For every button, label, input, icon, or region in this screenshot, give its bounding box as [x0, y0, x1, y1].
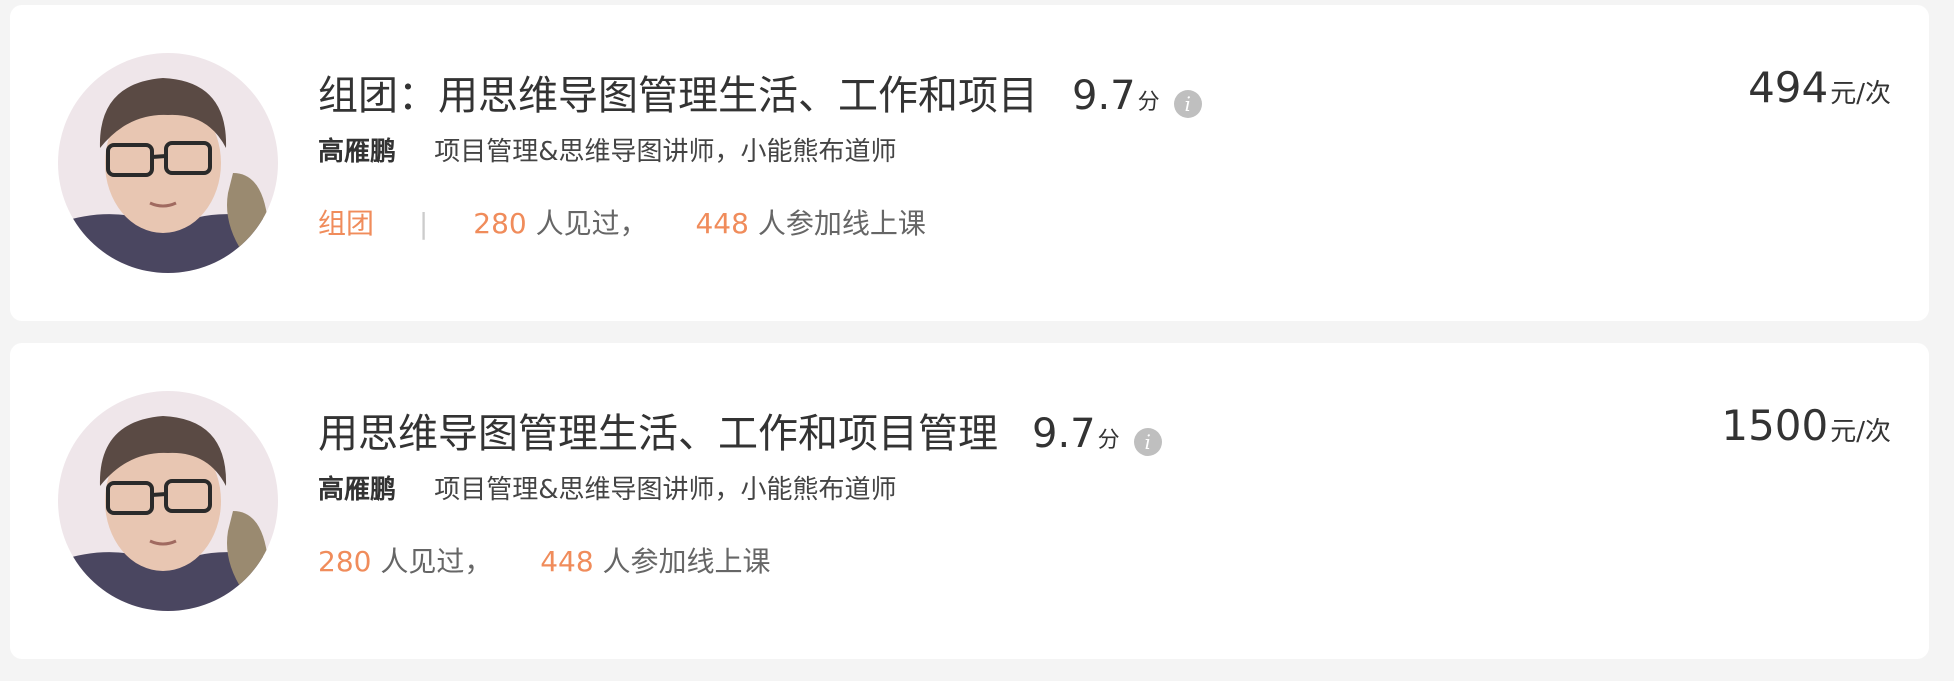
- teacher-description: 项目管理&思维导图讲师，小能熊布道师: [434, 137, 897, 167]
- group-tag: 组团: [318, 207, 375, 240]
- course-title[interactable]: 组团：用思维导图管理生活、工作和项目: [318, 63, 1038, 121]
- title-row: 用思维导图管理生活、工作和项目管理 9.7 分 i: [318, 401, 1162, 457]
- joined-count: 448: [695, 207, 749, 240]
- course-info: 用思维导图管理生活、工作和项目管理 9.7 分 i 高雁鹏 项目管理&思维导图讲…: [318, 401, 1162, 580]
- score-unit: 分: [1137, 90, 1160, 115]
- teacher-row: 高雁鹏 项目管理&思维导图讲师，小能熊布道师: [318, 469, 1162, 506]
- joined-label: 人参加线上课: [602, 545, 771, 578]
- teacher-description: 项目管理&思维导图讲师，小能熊布道师: [434, 475, 897, 505]
- course-price: 1500 元/次: [1721, 401, 1891, 450]
- met-count: 280: [318, 545, 372, 578]
- info-icon[interactable]: i: [1173, 90, 1202, 118]
- met-label: 人见过，: [535, 207, 648, 240]
- course-list: 组团：用思维导图管理生活、工作和项目 9.7 分 i 高雁鹏 项目管理&思维导图…: [10, 5, 1929, 681]
- course-score: 9.7: [1032, 411, 1096, 457]
- met-label: 人见过，: [380, 545, 493, 578]
- course-info: 组团：用思维导图管理生活、工作和项目 9.7 分 i 高雁鹏 项目管理&思维导图…: [318, 63, 1202, 242]
- teacher-avatar[interactable]: [58, 391, 278, 611]
- meta-row: 280 人见过， 448 人参加线上课: [318, 540, 1162, 580]
- info-icon[interactable]: i: [1133, 428, 1162, 456]
- course-title[interactable]: 用思维导图管理生活、工作和项目管理: [318, 401, 998, 459]
- course-price: 494 元/次: [1748, 63, 1891, 112]
- joined-count: 448: [540, 545, 594, 578]
- price-amount: 494: [1748, 63, 1829, 112]
- title-row: 组团：用思维导图管理生活、工作和项目 9.7 分 i: [318, 63, 1202, 119]
- meta-row: 组团 | 280 人见过， 448 人参加线上课: [318, 202, 1202, 242]
- avatar-image: [58, 391, 278, 611]
- teacher-row: 高雁鹏 项目管理&思维导图讲师，小能熊布道师: [318, 131, 1202, 168]
- course-card[interactable]: 用思维导图管理生活、工作和项目管理 9.7 分 i 高雁鹏 项目管理&思维导图讲…: [10, 343, 1929, 659]
- teacher-name: 高雁鹏: [318, 137, 397, 167]
- price-amount: 1500: [1721, 401, 1829, 450]
- score-unit: 分: [1097, 428, 1120, 453]
- joined-label: 人参加线上课: [757, 207, 926, 240]
- price-unit: 元/次: [1830, 79, 1891, 109]
- course-card[interactable]: 组团：用思维导图管理生活、工作和项目 9.7 分 i 高雁鹏 项目管理&思维导图…: [10, 5, 1929, 321]
- avatar-image: [58, 53, 278, 273]
- met-count: 280: [473, 207, 527, 240]
- teacher-name: 高雁鹏: [318, 475, 397, 505]
- teacher-avatar[interactable]: [58, 53, 278, 273]
- course-score: 9.7: [1072, 73, 1136, 119]
- tag-separator: |: [418, 207, 429, 240]
- price-unit: 元/次: [1830, 417, 1891, 447]
